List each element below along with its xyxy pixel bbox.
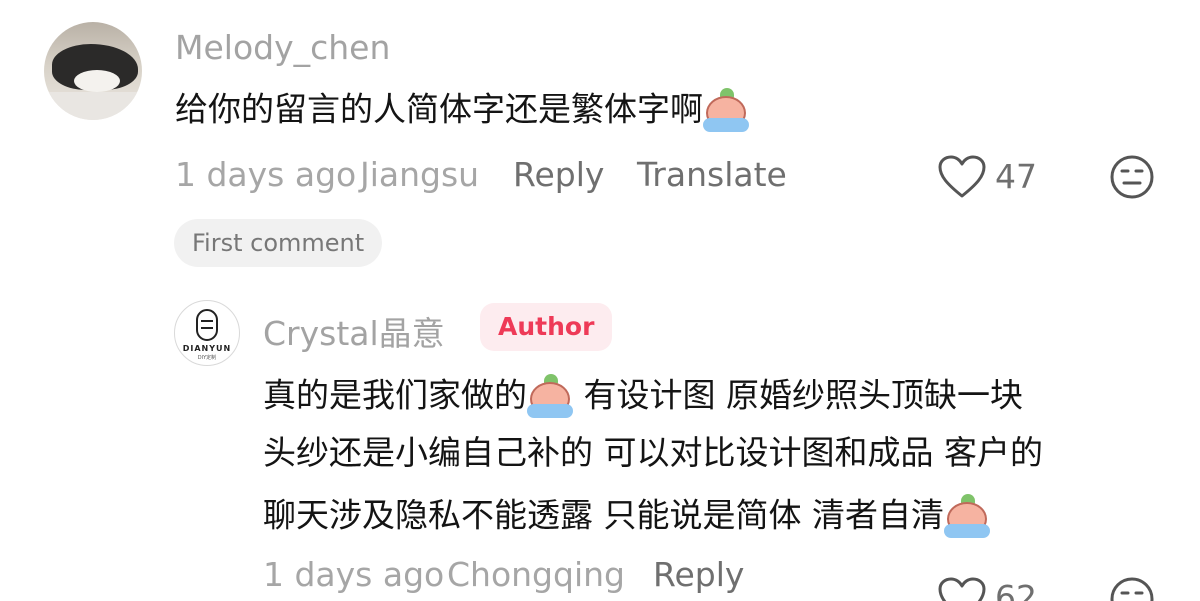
first-comment-badge: First comment [174, 219, 383, 267]
crying-peach-emoji-icon [943, 494, 990, 540]
like-count: 62 [995, 578, 1037, 601]
like-count: 47 [995, 157, 1037, 196]
comment-text-line: 聊天涉及隐私不能透露 只能说是简体 清者自清 [263, 494, 990, 540]
reply-button[interactable]: Reply [513, 155, 604, 194]
comment-text: 给你的留言的人简体字还是繁体字啊 [175, 88, 749, 134]
avatar-brand: DIANYUN [182, 344, 232, 353]
comment-text-segment: 聊天涉及隐私不能透露 只能说是简体 清者自清 [263, 495, 944, 535]
heart-outline-icon[interactable] [937, 576, 987, 601]
brand-logo-icon [196, 309, 218, 341]
comment-username[interactable]: Crystal晶意 [263, 307, 445, 355]
unamused-face-icon[interactable] [1109, 154, 1155, 200]
comment-text-line: 真的是我们家做的 有设计图 原婚纱照头顶缺一块 [263, 374, 1023, 420]
comment-time: 1 days ago [175, 155, 357, 194]
comment-text-segment: 有设计图 原婚纱照头顶缺一块 [573, 375, 1023, 415]
reply-button[interactable]: Reply [653, 555, 744, 594]
comment-text-segment: 真的是我们家做的 [263, 375, 527, 415]
comment-username[interactable]: Melody_chen [175, 28, 390, 67]
comment-location: Jiangsu [360, 155, 480, 194]
comment-time: 1 days ago [263, 555, 445, 594]
translate-button[interactable]: Translate [637, 155, 787, 194]
comment-location: Chongqing [447, 555, 625, 594]
crying-peach-emoji-icon [703, 88, 749, 134]
comment-text-body: 给你的留言的人简体字还是繁体字啊 [175, 89, 703, 129]
comment-text-line: 头纱还是小编自己补的 可以对比设计图和成品 客户的 [263, 433, 1043, 472]
heart-outline-icon[interactable] [937, 154, 987, 200]
avatar[interactable]: DIANYUN DIY定制 [174, 300, 240, 366]
avatar-brand-sub: DIY定制 [197, 355, 217, 361]
author-badge: Author [480, 303, 613, 351]
avatar[interactable] [44, 22, 142, 120]
unamused-face-icon[interactable] [1109, 576, 1155, 601]
crying-peach-emoji-icon [527, 374, 573, 420]
